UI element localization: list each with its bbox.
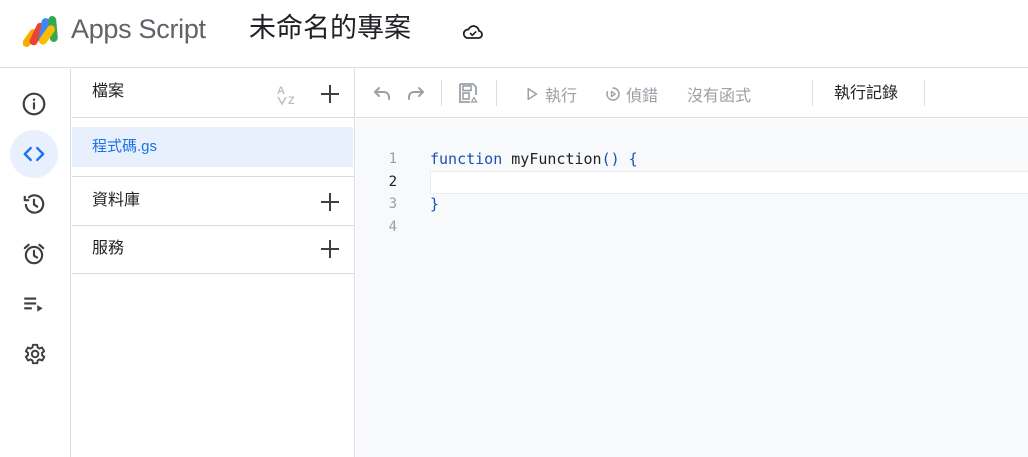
svg-text:Z: Z: [288, 95, 295, 107]
line-content: }: [430, 195, 440, 213]
sort-az-icon[interactable]: A Z: [276, 82, 304, 108]
debug-icon: [606, 87, 620, 101]
file-name: 程式碼.gs: [92, 138, 158, 155]
code-line: 2: [356, 171, 1028, 194]
line-number: 1: [388, 151, 397, 167]
file-item-code-gs[interactable]: 程式碼.gs: [72, 127, 353, 167]
toolbar-divider: [441, 80, 442, 106]
files-panel: 檔案 A Z 程式碼.gs 資料庫 服務: [72, 69, 355, 457]
add-file-plus-icon[interactable]: [318, 82, 342, 106]
save-drive-icon[interactable]: [456, 81, 480, 105]
debug-button[interactable]: 偵錯: [604, 82, 658, 106]
add-service-plus-icon[interactable]: [318, 237, 342, 261]
svg-text:A: A: [277, 85, 285, 97]
code-icon: [23, 146, 45, 162]
project-title[interactable]: 未命名的專案: [249, 11, 411, 45]
apps-script-logo[interactable]: [23, 14, 63, 48]
libraries-section: 資料庫: [72, 176, 355, 226]
line-number: 2: [388, 174, 397, 190]
line-number: 4: [388, 219, 397, 235]
code-line[interactable]: 1 function myFunction() {: [356, 148, 1028, 171]
function-select-dropdown[interactable]: 沒有函式: [687, 82, 751, 106]
function-select-label: 沒有函式: [687, 88, 752, 105]
function-punctuation: () {: [601, 150, 638, 168]
libraries-label: 資料庫: [92, 192, 141, 209]
gear-icon: [24, 343, 46, 365]
top-header: Apps Script 未命名的專案: [0, 0, 1028, 68]
undo-icon[interactable]: [370, 81, 394, 105]
function-name: myFunction: [502, 150, 602, 168]
cloud-saved-icon[interactable]: [461, 20, 485, 44]
line-number: 3: [388, 196, 397, 212]
play-icon: [527, 88, 538, 100]
code-line[interactable]: 3 }: [356, 193, 1028, 216]
rail-overview-button[interactable]: [10, 80, 58, 128]
add-library-plus-icon[interactable]: [318, 190, 342, 214]
execution-log-button[interactable]: 執行記錄: [834, 83, 898, 105]
services-label: 服務: [92, 240, 125, 257]
left-navigation-rail: [0, 69, 71, 457]
info-icon: [22, 92, 46, 116]
rail-settings-button[interactable]: [10, 330, 58, 378]
files-label: 檔案: [92, 83, 125, 100]
code-line[interactable]: 4: [356, 216, 1028, 239]
debug-label: 偵錯: [626, 88, 659, 105]
rail-versions-button[interactable]: [10, 180, 58, 228]
rail-triggers-button[interactable]: [10, 230, 58, 278]
redo-icon[interactable]: [404, 81, 428, 105]
alarm-icon: [23, 243, 45, 265]
files-section-header: 檔案 A Z: [72, 69, 355, 118]
executions-list-icon: [24, 297, 43, 312]
toolbar-divider: [812, 80, 813, 106]
code-editor[interactable]: 1 function myFunction() { 2 3 } 4: [356, 119, 1028, 457]
toolbar-divider: [924, 80, 925, 106]
editor-toolbar: 執行 偵錯 沒有函式 執行記錄: [356, 69, 1028, 118]
rail-editor-button[interactable]: [10, 130, 58, 178]
toolbar-divider: [496, 80, 497, 106]
run-button[interactable]: 執行: [523, 82, 577, 106]
app-name: Apps Script: [71, 14, 206, 44]
rail-executions-button[interactable]: [10, 280, 58, 328]
history-icon: [23, 194, 45, 214]
services-section: 服務: [72, 226, 355, 274]
line-content: function myFunction() {: [430, 148, 638, 171]
keyword-function: function: [430, 150, 503, 168]
run-label: 執行: [545, 88, 578, 105]
